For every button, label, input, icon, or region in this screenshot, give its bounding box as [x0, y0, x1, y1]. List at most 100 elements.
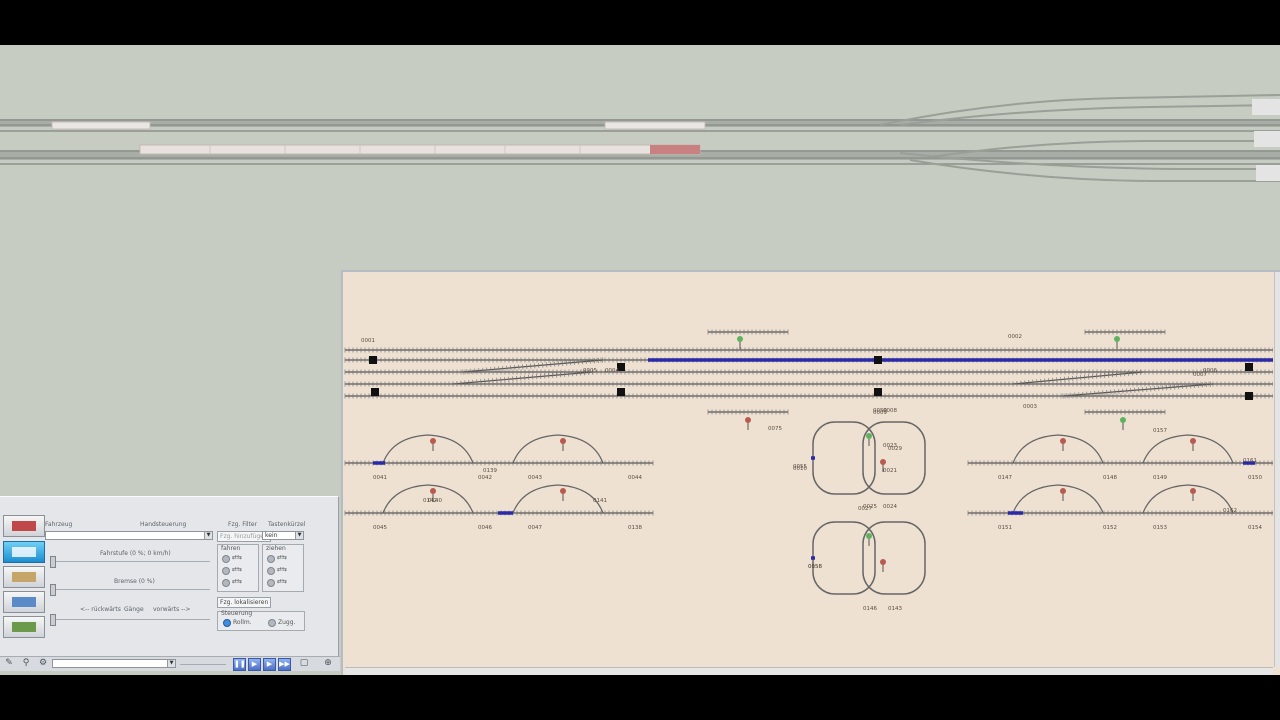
loop-track: [1142, 484, 1234, 514]
track-number-label: 0142: [423, 498, 437, 504]
landscape-icon: [12, 622, 36, 632]
loop-track: [1012, 434, 1104, 464]
speed-slider-knob[interactable]: [50, 556, 56, 568]
signal-green-icon: [866, 433, 872, 439]
track-number-label: 0001: [361, 338, 375, 344]
signal-green-icon: [1114, 336, 1120, 342]
locomotive-marker: [617, 388, 625, 396]
track-number-label: 0152: [1103, 525, 1117, 531]
locomotive-marker: [874, 388, 882, 396]
track-number-label: 0021: [883, 468, 897, 474]
filter-label: Fzg. Filter: [228, 521, 258, 528]
signal-red-icon: [560, 488, 566, 494]
locomotive-marker: [369, 356, 377, 364]
track-diagram: 0041 0042 0043 0044 0045 0046 0047 0138 0147 0148…: [344, 329, 1274, 612]
track-number-label: 0150: [1248, 475, 1262, 481]
coupling-icon-5: ⇄⇆: [277, 566, 288, 573]
faster-forward-icon[interactable]: ▶▶: [278, 658, 291, 671]
locomotive-marker: [874, 356, 882, 364]
track-segment: [1012, 371, 1144, 385]
signal-green-icon: [866, 533, 872, 539]
locate-vehicle-button[interactable]: Fzg. lokalisieren: [217, 597, 272, 608]
radio-zugg-label: Zugg.: [278, 619, 296, 626]
chevron-down-icon: ▼: [295, 532, 303, 539]
pull-option-1[interactable]: [267, 555, 275, 563]
track-number-label: 0050: [873, 408, 887, 414]
mode-train-control-button[interactable]: [3, 541, 45, 563]
track-number-label: 0158: [808, 564, 822, 570]
drive-option-1[interactable]: [222, 555, 230, 563]
track-number-label: 0007: [1193, 372, 1207, 378]
signal-red-icon: [880, 459, 886, 465]
track-number-label: 0046: [478, 525, 492, 531]
forward-label: vorwärts -->: [153, 606, 191, 613]
track-number-label: 0003: [1023, 404, 1037, 410]
mode-camera-button[interactable]: [3, 591, 45, 613]
drive-option-2[interactable]: [222, 567, 230, 575]
signal-red-icon: [1060, 438, 1066, 444]
coupling-icon-6: ⇄⇆: [277, 578, 288, 585]
track-number-label: 0139: [483, 468, 497, 474]
signal-green-icon: [1120, 417, 1126, 423]
track-number-label: 0153: [1153, 525, 1167, 531]
mode-vehicle-button[interactable]: [3, 515, 45, 537]
pull-option-2[interactable]: [267, 567, 275, 575]
shortcut-select[interactable]: kein ▼: [262, 531, 304, 540]
pull-group: ziehen ⇄⇆ ⇄⇆ ⇄⇆: [262, 544, 304, 592]
signal-red-icon: [560, 438, 566, 444]
coupling-icon-2: ⇄⇆: [232, 566, 243, 573]
mode-landscape-button[interactable]: [3, 616, 45, 638]
signal-red-icon: [430, 488, 436, 494]
track-number-label: 0075: [768, 426, 782, 432]
track-number-label: 0151: [998, 525, 1012, 531]
track-segment: [452, 371, 594, 385]
locomotive-icon: [12, 521, 36, 531]
track-number-label: 0157: [1153, 428, 1167, 434]
settings-icon[interactable]: ⚙: [37, 658, 49, 669]
radio-rollm[interactable]: [223, 619, 231, 627]
fast-forward-icon[interactable]: ▶: [263, 658, 276, 671]
shortcut-value: kein: [265, 532, 278, 539]
track-number-label: 0146: [863, 606, 877, 612]
track-number-label: 0045: [373, 525, 387, 531]
track-number-label: 0024: [883, 504, 897, 510]
track-number-label: 0041: [373, 475, 387, 481]
window-icon[interactable]: ▢: [298, 658, 310, 669]
mode-track-button[interactable]: [3, 566, 45, 588]
status-select[interactable]: ▼: [52, 659, 176, 668]
backward-label: <-- rückwärts: [80, 606, 121, 613]
track-number-label: 0154: [1248, 525, 1262, 531]
track-number-label: 0044: [628, 475, 642, 481]
pin-icon[interactable]: ⚲: [20, 658, 32, 669]
direction-slider-knob[interactable]: [50, 614, 56, 626]
letterbox-top: [0, 0, 1280, 45]
brake-slider-knob[interactable]: [50, 584, 56, 596]
coupling-icon-3: ⇄⇆: [232, 578, 243, 585]
direction-slider[interactable]: [52, 619, 210, 620]
vertical-scrollbar[interactable]: [1274, 272, 1280, 667]
manual-control-label: Handsteuerung: [140, 521, 187, 528]
track-number-label: 0005: [583, 368, 597, 374]
play-icon[interactable]: ▶: [248, 658, 261, 671]
track-number-label: 0149: [1153, 475, 1167, 481]
track-number-label: 0143: [888, 606, 902, 612]
zoom-icon[interactable]: ⊕: [322, 658, 334, 669]
track-diagram-window[interactable]: 0041 0042 0043 0044 0045 0046 0047 0138 0147 0148…: [341, 270, 1280, 677]
track-sleepers: [1084, 329, 1166, 335]
radio-zugg[interactable]: [268, 619, 276, 627]
track-sleepers: [707, 329, 789, 335]
letterbox-bottom: [0, 675, 1280, 720]
locomotive-marker: [371, 388, 379, 396]
signal-green-icon: [737, 336, 743, 342]
signal-red-icon: [1060, 488, 1066, 494]
loop-track: [382, 434, 474, 464]
track-number-label: 0161: [1243, 458, 1257, 464]
pause-icon[interactable]: ❚❚: [233, 658, 246, 671]
edit-icon[interactable]: ✎: [3, 658, 15, 669]
drive-option-3[interactable]: [222, 579, 230, 587]
speed-slider[interactable]: [52, 561, 210, 562]
vehicle-select[interactable]: ▼: [45, 531, 213, 540]
brake-slider[interactable]: [52, 589, 210, 590]
time-slider[interactable]: [180, 664, 226, 665]
pull-option-3[interactable]: [267, 579, 275, 587]
